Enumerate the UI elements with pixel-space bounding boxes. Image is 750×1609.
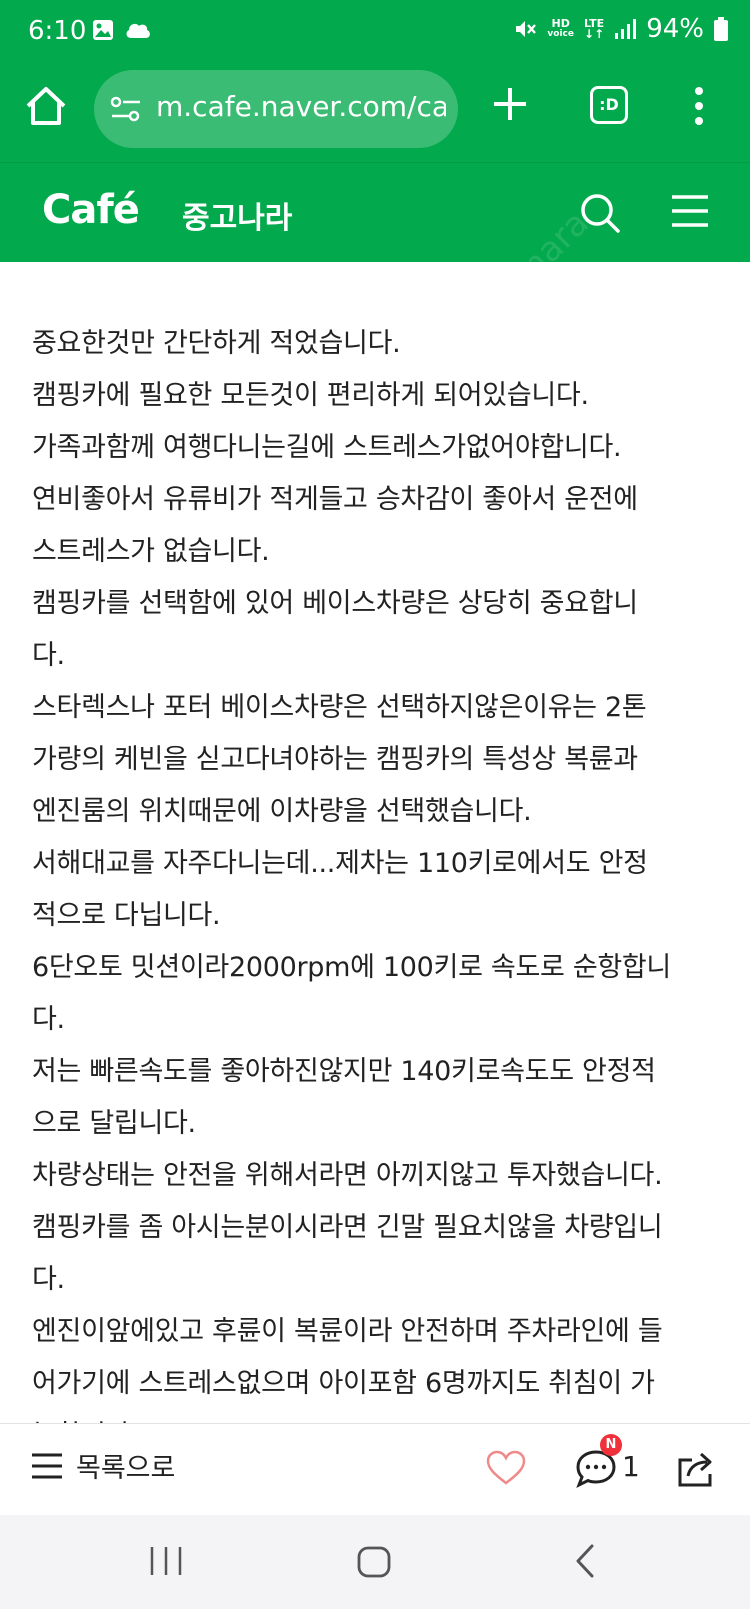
system-home-icon[interactable] (356, 1545, 392, 1579)
url-text[interactable]: m.cafe.naver.com/ca (156, 90, 446, 123)
address-bar[interactable]: m.cafe.naver.com/ca (94, 70, 458, 148)
cafe-name[interactable]: 중고나라 (182, 193, 292, 237)
mute-icon (516, 21, 537, 37)
list-icon (32, 1453, 62, 1478)
article-action-bar: 목록으로 N 1 (0, 1423, 750, 1515)
system-navigation-bar (0, 1515, 750, 1609)
search-icon[interactable] (578, 191, 622, 235)
article-line: 캠핑카에 필요한 모든것이 편리하게 되어있습니다. (32, 380, 589, 411)
article-line: 중요한것만 간단하게 적었습니다. (32, 328, 401, 359)
article-line: 6단오토 밋션이라2000rpm에 100키로 속도로 순항합니 (32, 952, 671, 983)
new-tab-icon[interactable] (490, 84, 530, 124)
cafe-logo[interactable]: Café (42, 187, 140, 233)
article-line: 엔진룸의 위치때문에 이차량을 선택했습니다. (32, 796, 532, 827)
hamburger-menu-icon[interactable] (670, 193, 710, 229)
article-line: 캠핑카를 선택함에 있어 베이스차량은 상당히 중요합니 (32, 588, 638, 619)
article-line: 다. (32, 1004, 65, 1035)
article-line: 엔진이앞에있고 후륜이 복륜이라 안전하며 주차라인에 들 (32, 1316, 663, 1347)
article-line: 저는 빠른속도를 좋아하진않지만 140키로속도도 안정적 (32, 1056, 656, 1087)
comment-count[interactable]: 1 (622, 1450, 640, 1483)
signal-icon (615, 19, 637, 39)
article-line: 다. (32, 640, 65, 671)
article-line: 가족과함께 여행다니는길에 스트레스가없어야합니다. (32, 432, 622, 463)
battery-percent: 94% (646, 14, 704, 44)
back-to-list-label: 목록으로 (76, 1453, 176, 1484)
article-line: 으로 달립니다. (32, 1108, 196, 1139)
article-line: 캠핑카를 좀 아시는분이시라면 긴말 필요치않을 차량입니 (32, 1212, 663, 1243)
article-line: 연비좋아서 유류비가 적게들고 승차감이 좋아서 운전에 (32, 484, 638, 515)
article-line: 차량상태는 안전을 위해서라면 아끼지않고 투자했습니다. (32, 1160, 663, 1191)
browser-toolbar: m.cafe.naver.com/ca :D (0, 64, 750, 162)
site-settings-icon[interactable] (110, 94, 142, 124)
hd-voice-icon: HD voice (547, 17, 574, 39)
article-line: 어가기에 스트레스없으며 아이포함 6명까지도 취침이 가 (32, 1368, 655, 1399)
article-line: 다. (32, 1264, 65, 1295)
article-line: 서해대교를 자주다니는데...제차는 110키로에서도 안정 (32, 848, 648, 879)
system-back-icon[interactable] (572, 1543, 598, 1579)
back-to-list-button[interactable]: 목록으로 (30, 1446, 175, 1485)
like-heart-icon[interactable] (486, 1450, 526, 1486)
battery-icon (714, 17, 728, 41)
status-notification-icons (92, 19, 152, 41)
article-line: 스트레스가 없습니다. (32, 536, 270, 567)
status-time: 6:10 (28, 16, 87, 46)
new-comment-badge: N (600, 1434, 622, 1456)
cloud-icon (126, 23, 150, 38)
article-line: 적으로 다닙니다. (32, 900, 221, 931)
share-icon[interactable] (676, 1448, 718, 1488)
home-icon[interactable] (24, 84, 68, 128)
recent-apps-icon[interactable] (148, 1545, 184, 1577)
gallery-icon (93, 20, 113, 40)
article-line: 스타렉스나 포터 베이스차량은 선택하지않은이유는 2톤 (32, 692, 647, 723)
lte-icon: LTE ↓↑ (583, 17, 605, 41)
status-bar: 6:10 HD voice LTE ↓↑ 94% (0, 0, 750, 64)
status-right-icons: HD voice LTE ↓↑ 94% (513, 14, 728, 44)
article-line: 가량의 케빈을 싣고다녀야하는 캠핑카의 특성상 복륜과 (32, 744, 638, 775)
more-vertical-icon[interactable] (692, 86, 706, 126)
cafe-header: Café 중고나라 joonggonara (0, 162, 750, 383)
article-body: 중요한것만 간단하게 적었습니다. 캠핑카에 필요한 모든것이 편리하게 되어있습… (32, 318, 732, 1462)
tab-switcher-button[interactable]: :D (590, 86, 628, 124)
